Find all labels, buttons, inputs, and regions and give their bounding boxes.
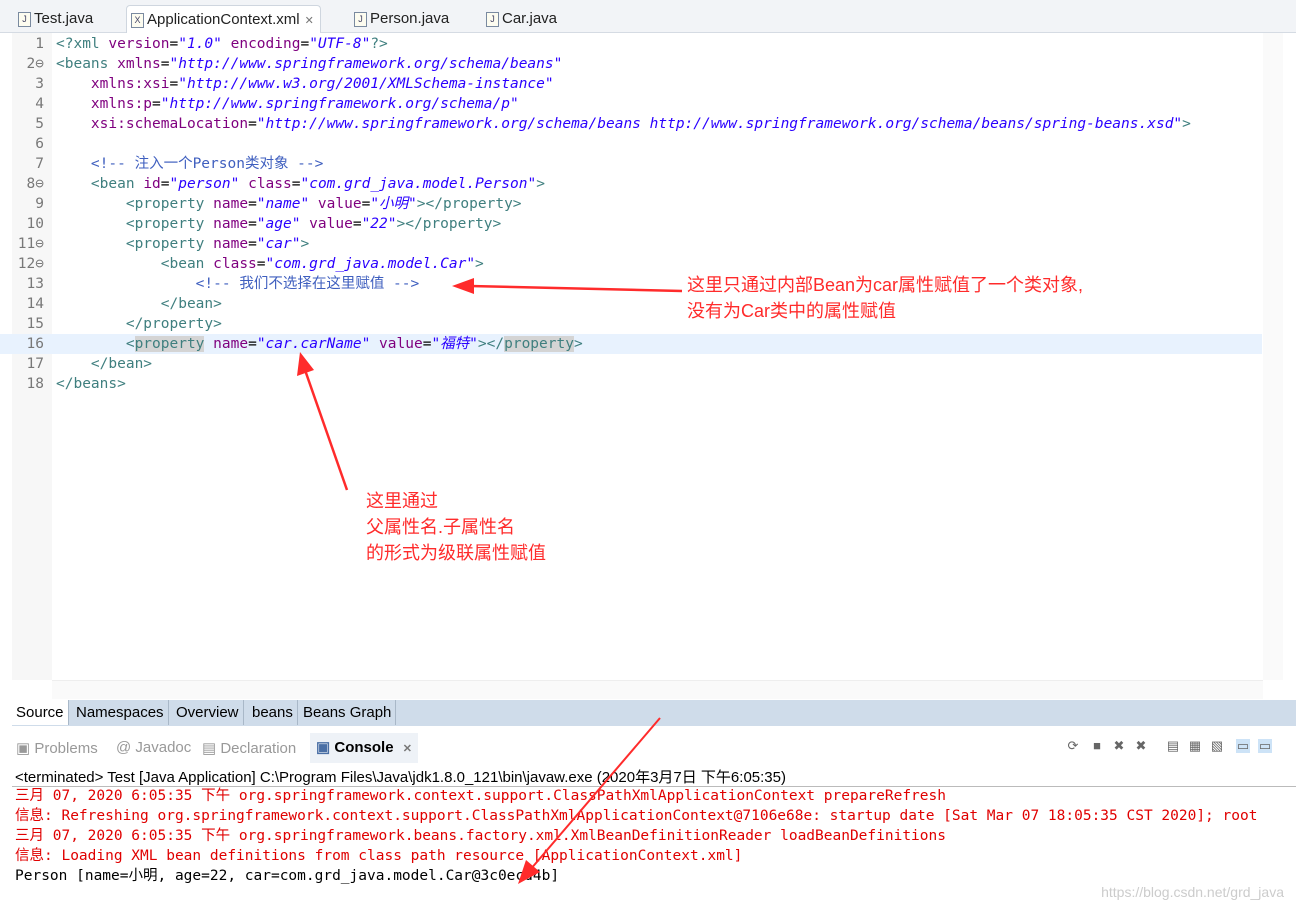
arrowhead xyxy=(452,278,474,294)
watermark: https://blog.csdn.net/grd_java xyxy=(1101,884,1284,900)
arrow-cascade xyxy=(303,369,349,491)
arrow-inner-bean xyxy=(469,284,683,293)
arrowhead xyxy=(297,352,314,376)
arrow-output xyxy=(529,717,661,871)
annotation-arrows xyxy=(297,278,683,884)
